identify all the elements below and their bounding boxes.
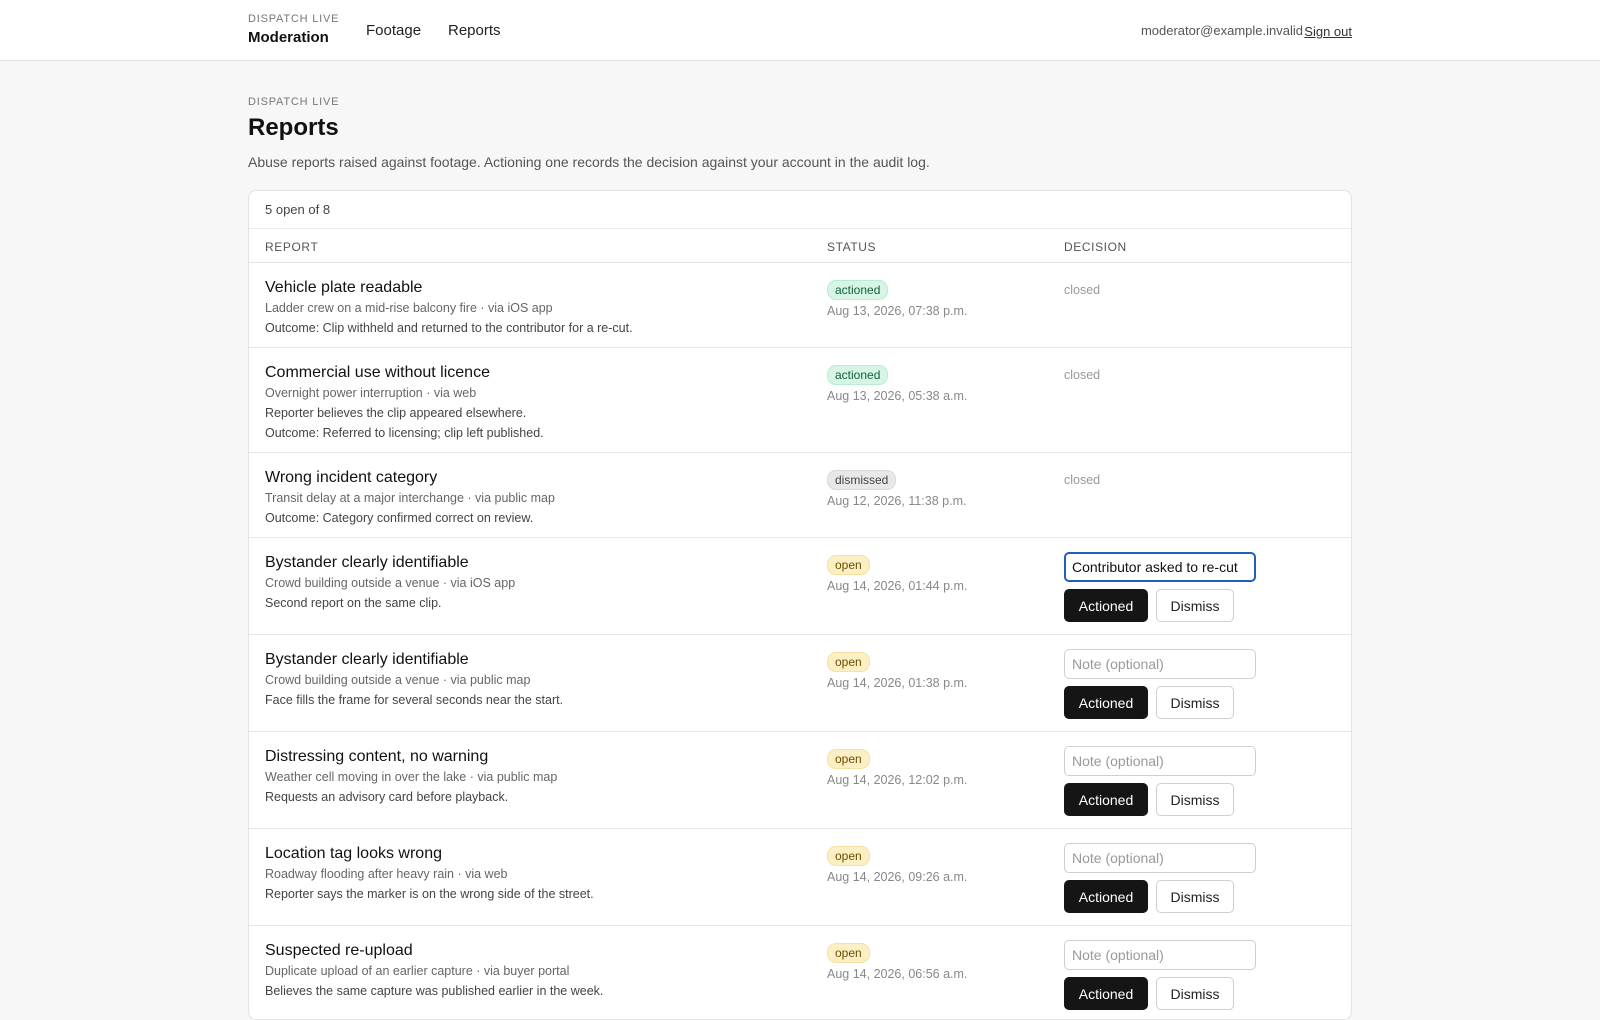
report-title: Distressing content, no warning <box>265 748 489 765</box>
report-detail: Reporter says the marker is on the wrong… <box>265 887 594 901</box>
note-input[interactable] <box>1064 746 1256 776</box>
status-badge: open <box>827 846 870 866</box>
status-badge: open <box>827 943 870 963</box>
table-header: REPORT STATUS DECISION <box>249 229 1351 263</box>
report-meta: Transit delay at a major interchange · v… <box>265 491 555 505</box>
dismiss-button[interactable]: Dismiss <box>1156 977 1234 1010</box>
status-badge: open <box>827 749 870 769</box>
status-timestamp: Aug 14, 2026, 06:56 a.m. <box>827 967 968 981</box>
table-row: Location tag looks wrong Roadway flooding… <box>249 829 1351 926</box>
nav-reports[interactable]: Reports <box>448 22 501 39</box>
report-outcome: Outcome: Referred to licensing; clip lef… <box>265 426 544 440</box>
sign-out-link[interactable]: Sign out <box>1304 24 1352 39</box>
actioned-button[interactable]: Actioned <box>1064 977 1148 1010</box>
table-row: Distressing content, no warning Weather c… <box>249 732 1351 829</box>
brand-kicker: DISPATCH LIVE <box>248 13 340 25</box>
report-meta: Roadway flooding after heavy rain · via … <box>265 867 508 881</box>
table-row: Suspected re-upload Duplicate upload of a… <box>249 926 1351 1019</box>
status-badge: open <box>827 555 870 575</box>
report-detail: Face fills the frame for several seconds… <box>265 693 564 707</box>
column-decision: DECISION <box>1064 240 1127 254</box>
report-title: Commercial use without licence <box>265 364 490 381</box>
table-row: Wrong incident category Transit delay at … <box>249 453 1351 538</box>
table-row: Commercial use without licence Overnight … <box>249 348 1351 453</box>
table-row: Vehicle plate readable Ladder crew on a m… <box>249 263 1351 348</box>
column-status: STATUS <box>827 240 877 254</box>
report-detail: Believes the same capture was published … <box>265 984 604 998</box>
table-row: Bystander clearly identifiable Crowd buil… <box>249 538 1351 635</box>
report-title: Location tag looks wrong <box>265 845 442 862</box>
status-timestamp: Aug 13, 2026, 07:38 p.m. <box>827 304 968 318</box>
page-title: Reports <box>248 114 339 141</box>
dismiss-button[interactable]: Dismiss <box>1156 589 1234 622</box>
brand-title[interactable]: Moderation <box>248 29 339 46</box>
page-kicker: DISPATCH LIVE <box>248 96 340 108</box>
note-input[interactable] <box>1064 940 1256 970</box>
top-bar: DISPATCH LIVE Moderation Footage Reports… <box>0 0 1600 61</box>
report-detail: Reporter believes the clip appeared else… <box>265 406 527 420</box>
table-row: Bystander clearly identifiable Crowd buil… <box>249 635 1351 732</box>
nav-footage[interactable]: Footage <box>366 22 421 39</box>
report-meta: Weather cell moving in over the lake · v… <box>265 770 558 784</box>
report-meta: Overnight power interruption · via web <box>265 386 477 400</box>
status-timestamp: Aug 12, 2026, 11:38 p.m. <box>827 494 967 508</box>
dismiss-button[interactable]: Dismiss <box>1156 880 1234 913</box>
report-meta: Crowd building outside a venue · via iOS… <box>265 576 516 590</box>
note-input[interactable] <box>1064 843 1256 873</box>
status-badge: dismissed <box>827 470 897 490</box>
reports-table: 5 open of 8 REPORT STATUS DECISION Vehic… <box>248 190 1352 1020</box>
status-timestamp: Aug 14, 2026, 01:44 p.m. <box>827 579 968 593</box>
user-email: moderator@example.invalid <box>1140 23 1303 38</box>
report-detail: Second report on the same clip. <box>265 596 442 610</box>
status-timestamp: Aug 13, 2026, 05:38 a.m. <box>827 389 968 403</box>
status-badge: actioned <box>827 365 889 385</box>
report-title: Suspected re-upload <box>265 942 413 959</box>
status-badge: actioned <box>827 280 889 300</box>
report-title: Wrong incident category <box>265 469 438 486</box>
column-report: REPORT <box>265 240 319 254</box>
report-meta: Ladder crew on a mid-rise balcony fire ·… <box>265 301 553 315</box>
note-input[interactable] <box>1064 552 1256 582</box>
status-badge: open <box>827 652 870 672</box>
actioned-button[interactable]: Actioned <box>1064 783 1148 816</box>
report-detail: Outcome: Clip withheld and returned to t… <box>265 321 633 335</box>
status-timestamp: Aug 14, 2026, 01:38 p.m. <box>827 676 968 690</box>
note-input[interactable] <box>1064 649 1256 679</box>
report-title: Bystander clearly identifiable <box>265 651 469 668</box>
dismiss-button[interactable]: Dismiss <box>1156 686 1234 719</box>
open-count: 5 open of 8 <box>249 191 1351 229</box>
page-description: Abuse reports raised against footage. Ac… <box>248 154 930 170</box>
report-title: Bystander clearly identifiable <box>265 554 469 571</box>
decision-closed: closed <box>1064 368 1101 382</box>
table-body: Vehicle plate readable Ladder crew on a m… <box>249 263 1351 1019</box>
actioned-button[interactable]: Actioned <box>1064 686 1148 719</box>
report-meta: Duplicate upload of an earlier capture ·… <box>265 964 570 978</box>
page-header: DISPATCH LIVE Reports Abuse reports rais… <box>248 96 1352 170</box>
report-detail: Requests an advisory card before playbac… <box>265 790 509 804</box>
actioned-button[interactable]: Actioned <box>1064 880 1148 913</box>
report-meta: Crowd building outside a venue · via pub… <box>265 673 531 687</box>
actioned-button[interactable]: Actioned <box>1064 589 1148 622</box>
status-timestamp: Aug 14, 2026, 09:26 a.m. <box>827 870 968 884</box>
dismiss-button[interactable]: Dismiss <box>1156 783 1234 816</box>
brand: DISPATCH LIVE Moderation <box>248 13 339 46</box>
decision-closed: closed <box>1064 283 1101 297</box>
decision-closed: closed <box>1064 473 1101 487</box>
status-timestamp: Aug 14, 2026, 12:02 p.m. <box>827 773 968 787</box>
report-detail: Outcome: Category confirmed correct on r… <box>265 511 534 525</box>
report-title: Vehicle plate readable <box>265 279 423 296</box>
